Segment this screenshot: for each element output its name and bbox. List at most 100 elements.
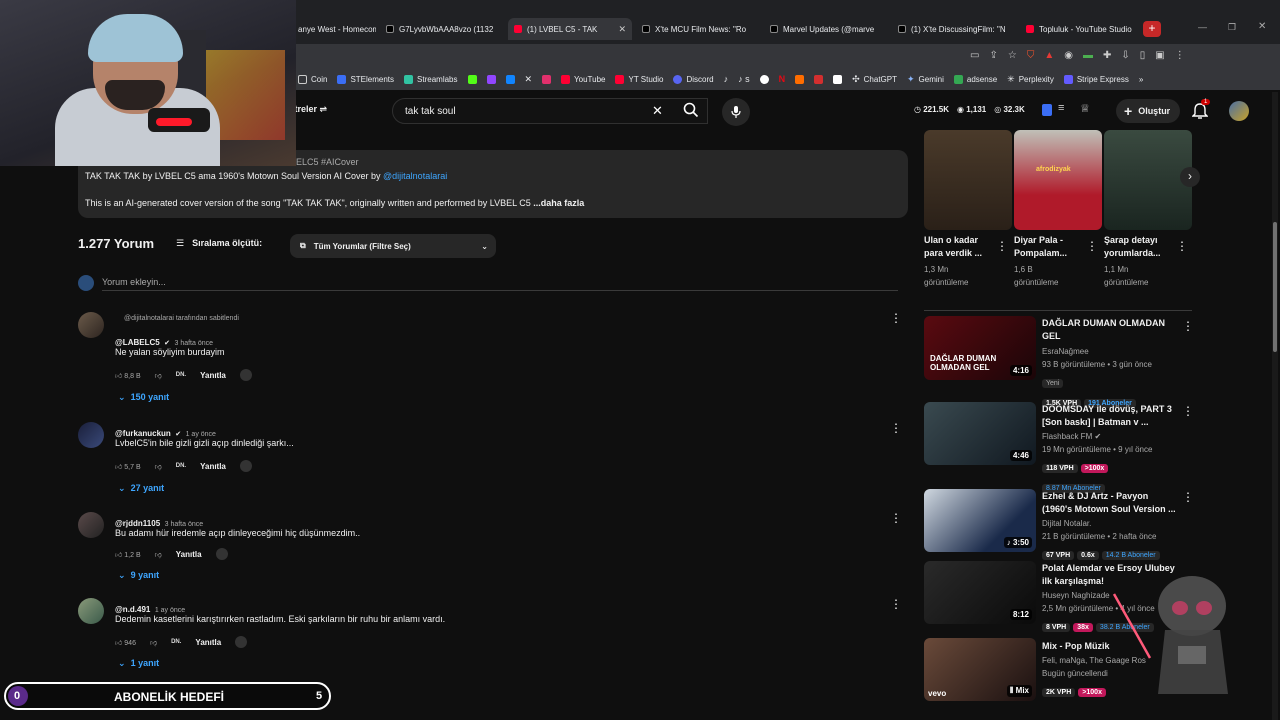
share-icon[interactable]: ⇪ (989, 50, 997, 62)
comment-avatar[interactable] (78, 422, 104, 448)
like-button[interactable]: 👍︎ 8,8 B (115, 371, 141, 380)
dislike-button[interactable]: 👎︎ (155, 371, 162, 380)
close-tab-icon[interactable]: ✕ (618, 24, 626, 35)
show-replies-button[interactable]: ⌄ 9 yanıt (118, 570, 159, 581)
video-thumbnail[interactable]: ♪ 3:50 (924, 489, 1036, 552)
reply-button[interactable]: Yanıtla (176, 550, 202, 559)
video-info[interactable]: DOOMSDAY ile dövüş, PART 3 [Son baskı] |… (1042, 403, 1176, 495)
menu-icon[interactable]: ⋮ (1175, 50, 1185, 62)
dislike-button[interactable]: 👎︎ (150, 638, 157, 647)
reply-button[interactable]: Yanıtla (195, 638, 221, 647)
download-icon[interactable]: ⇩ (1121, 50, 1129, 62)
warning-icon[interactable]: ▲ (1044, 50, 1054, 62)
emoji-icon[interactable] (235, 636, 248, 648)
bookmark-streamlabs[interactable]: Streamlabs (404, 74, 458, 84)
bookmark-coin[interactable]: Coin (298, 74, 327, 84)
page-scrollbar[interactable] (1272, 92, 1278, 720)
translate-icon[interactable] (1042, 104, 1052, 116)
comment-author[interactable]: @LABELC5 (115, 338, 160, 347)
show-replies-button[interactable]: ⌄ 27 yanıt (118, 483, 164, 494)
create-button[interactable]: + Oluştur (1116, 99, 1180, 123)
comment-time[interactable]: 3 hafta önce (174, 340, 213, 347)
star-icon[interactable]: ☆ (1008, 50, 1017, 62)
short-menu-icon[interactable]: ⋮ (1086, 240, 1098, 252)
shorts-next-button[interactable]: › (1180, 167, 1200, 187)
video-thumbnail[interactable]: DAĞLAR DUMAN OLMADAN GEL 4:16 (924, 316, 1036, 380)
notifications-button[interactable]: 1 (1191, 99, 1211, 125)
comment-time[interactable]: 3 hafta önce (165, 521, 204, 528)
reply-button[interactable]: Yanıtla (200, 371, 226, 380)
video-menu-icon[interactable]: ⋮ (1182, 405, 1194, 417)
add-comment-input[interactable]: Yorum ekleyin... (102, 277, 166, 287)
short-thumbnail[interactable] (1104, 130, 1192, 230)
tab-5[interactable]: (1) X'te DiscussingFilm: "N (892, 18, 1016, 40)
comment-menu-icon[interactable]: ⋮ (890, 312, 902, 324)
tab-4[interactable]: Marvel Updates (@marve (764, 18, 888, 40)
bookmark-yt-studio[interactable]: YT Studio (615, 74, 663, 84)
comment-avatar[interactable] (78, 512, 104, 538)
tab-6[interactable]: Topluluk - YouTube Studio (1020, 18, 1138, 40)
search-button[interactable] (682, 101, 700, 124)
sidebar-icon[interactable]: ▯ (1140, 50, 1146, 62)
bookmark-twitch[interactable] (486, 74, 496, 84)
video-info[interactable]: DAĞLAR DUMAN OLMADAN GEL EsraNağmee 93 B… (1042, 317, 1176, 410)
short-menu-icon[interactable]: ⋮ (1176, 240, 1188, 252)
bookmark-gemini[interactable]: ✦ Gemini (907, 74, 944, 85)
show-replies-button[interactable]: ⌄ 150 yanıt (118, 392, 169, 403)
tab-0[interactable]: anye West - Homecom (292, 18, 376, 40)
video-thumbnail[interactable]: vevo ⦀ Mix (924, 638, 1036, 701)
like-button[interactable]: 👍︎ 1,2 B (115, 550, 141, 559)
show-replies-button[interactable]: ⌄ 1 yanıt (118, 658, 159, 669)
tab-2[interactable]: (1) LVBEL C5 - TAK ✕ (508, 18, 632, 40)
video-menu-icon[interactable]: ⋮ (1182, 320, 1194, 332)
bookmark-netflix[interactable]: N (779, 74, 786, 84)
tab-1[interactable]: G7LyvbWbAAA8vzo (1132 (380, 18, 504, 40)
bookmark-x[interactable]: ✕ (525, 74, 533, 85)
comment-filter-select[interactable]: ⧉ Tüm Yorumlar (Filtre Seç) ⌄ (290, 234, 496, 258)
comment-menu-icon[interactable]: ⋮ (890, 598, 902, 610)
bookmark-perplexity[interactable]: ✳ Perplexity (1007, 74, 1054, 85)
short-info[interactable]: Şarap detayı yorumlarda... 1,1 Mn görünt… (1104, 234, 1178, 289)
close-window-icon[interactable]: ✕ (1258, 21, 1266, 32)
voice-search-button[interactable] (722, 98, 750, 126)
like-button[interactable]: 👍︎ 5,7 B (115, 462, 141, 471)
bookmark-white[interactable] (833, 74, 843, 84)
maximize-icon[interactable]: ❐ (1228, 22, 1236, 33)
emoji-icon[interactable] (215, 548, 228, 560)
comment-author[interactable]: @furkanuckun (115, 429, 171, 438)
like-button[interactable]: 👍︎ 946 (115, 638, 136, 647)
bookmark-bluesky[interactable] (505, 74, 515, 84)
trophy-icon[interactable]: ♕ (1080, 102, 1090, 115)
bookmark-tiktok-s[interactable]: ♪ s (738, 74, 750, 84)
clear-search-icon[interactable]: ✕ (652, 103, 663, 119)
comment-avatar[interactable] (78, 598, 104, 624)
emoji-icon[interactable] (239, 460, 252, 472)
comment-avatar[interactable] (78, 312, 104, 338)
short-info[interactable]: Ulan o kadar para verdik ... 1,3 Mn görü… (924, 234, 998, 289)
bookmark-discord[interactable]: Discord (673, 74, 714, 84)
video-thumbnail[interactable]: 4:46 (924, 402, 1036, 465)
bookmark-adsense[interactable]: adsense (953, 74, 997, 84)
comment-menu-icon[interactable]: ⋮ (890, 512, 902, 524)
comment-time[interactable]: 1 ay önce (186, 431, 216, 438)
tab-3[interactable]: X'te MCU Film News: "Ro (636, 18, 760, 40)
dislike-button[interactable]: 👎︎ (155, 462, 162, 471)
bookmark-orange[interactable] (795, 74, 805, 84)
new-tab-icon[interactable]: + (1143, 21, 1161, 37)
bookmark-youtube[interactable]: YouTube (561, 74, 605, 84)
show-more-button[interactable]: ...daha fazla (533, 198, 584, 208)
video-thumbnail[interactable]: 8:12 (924, 561, 1036, 624)
channel-mention-link[interactable]: @dijitalnotalarai (383, 171, 447, 181)
bookmark-red[interactable] (814, 74, 824, 84)
puzzle-icon[interactable]: ✚ (1103, 50, 1111, 62)
comment-menu-icon[interactable]: ⋮ (890, 422, 902, 434)
short-thumbnail[interactable]: afrodizyak (1014, 130, 1102, 230)
bookmark-instagram[interactable] (542, 74, 552, 84)
emoji-icon[interactable] (239, 369, 252, 381)
bookmark-kick[interactable] (467, 74, 477, 84)
dislike-button[interactable]: 👎︎ (155, 550, 162, 559)
comment-author[interactable]: @n.d.491 (115, 605, 150, 614)
comment-time[interactable]: 1 ay önce (155, 607, 185, 614)
account-avatar[interactable] (1229, 101, 1249, 121)
scrollbar-thumb[interactable] (1273, 222, 1277, 352)
